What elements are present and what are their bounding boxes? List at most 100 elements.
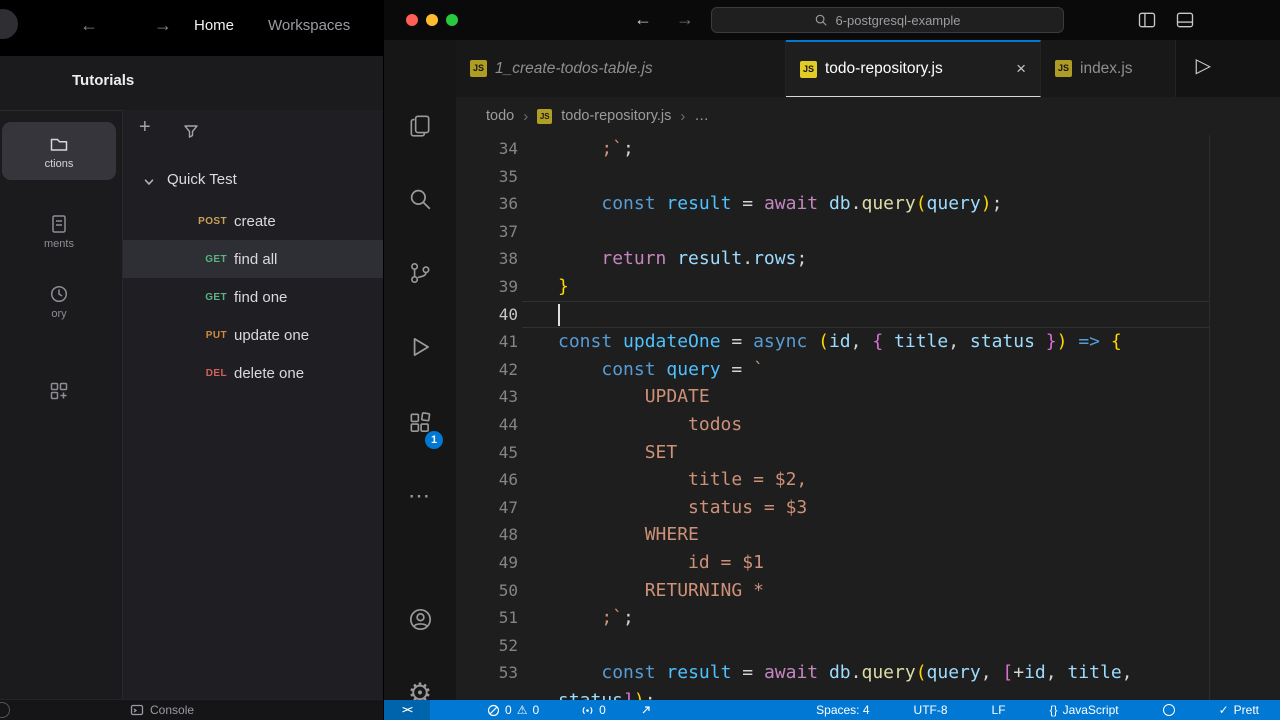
breadcrumb-symbol[interactable]: … (694, 108, 709, 124)
command-center-search[interactable]: 6-postgresql-example (711, 7, 1064, 33)
request-item-find-one[interactable]: GET find one (123, 278, 383, 316)
nav-workspaces[interactable]: Workspaces (268, 17, 350, 34)
zoom-window-button[interactable] (446, 14, 458, 26)
close-window-button[interactable] (406, 14, 418, 26)
rail-item-document[interactable]: ments (2, 202, 116, 260)
code-editor[interactable]: 34 ;`; 35 36 const result = await db.query… (456, 135, 1280, 700)
launch-status[interactable] (631, 700, 661, 720)
run-file-icon[interactable]: ▷ (1196, 53, 1211, 78)
rail-item-collections[interactable]: ctions (2, 122, 116, 180)
code-text: SET (558, 441, 678, 463)
language-status[interactable]: {} JavaScript (1028, 700, 1141, 720)
forward-arrow-icon[interactable]: → (154, 15, 172, 36)
rail-item-label: ctions (44, 157, 74, 170)
error-icon (487, 704, 500, 716)
js-file-icon: JS (537, 108, 553, 124)
indentation-status[interactable]: Spaces: 4 (794, 700, 891, 720)
request-name: update one (234, 326, 310, 344)
status-circle[interactable] (1141, 700, 1197, 720)
code-line[interactable]: 53 const result = await db.query(query, … (456, 659, 1280, 687)
code-line[interactable]: 48 WHERE (456, 521, 1280, 549)
formatter-status[interactable]: ✓ Prett (1197, 700, 1280, 720)
document-icon (48, 213, 70, 235)
line-number: 51 (498, 608, 518, 628)
ports-status[interactable]: 0 (572, 700, 615, 720)
code-line[interactable]: 47 status = $3 (456, 494, 1280, 522)
request-method: GET (205, 253, 227, 265)
collection-folder[interactable]: Quick Test (123, 164, 383, 198)
code-line[interactable]: 49 id = $1 (456, 549, 1280, 577)
request-item-delete-one[interactable]: DEL delete one (123, 354, 383, 392)
code-line[interactable]: 52 (456, 632, 1280, 660)
vscode-titlebar: ← → 6-postgresql-example (384, 0, 1280, 40)
toggle-sidebar-icon[interactable] (1137, 10, 1157, 30)
status-circle-icon (1162, 704, 1175, 716)
request-item-find-all[interactable]: GET find all (123, 240, 383, 278)
rail-item-history[interactable]: ory (2, 272, 116, 330)
tab-create-todos-table[interactable]: JS 1_create-todos-table.js (456, 40, 786, 97)
code-line[interactable]: 35 (456, 163, 1280, 191)
js-file-icon: JS (800, 60, 817, 78)
code-line[interactable]: 34 ;`; (456, 135, 1280, 163)
breadcrumb-folder[interactable]: todo (486, 108, 514, 124)
braces-icon: {} (1049, 703, 1058, 717)
code-line[interactable]: 51 ;`; (456, 604, 1280, 632)
filter-icon[interactable] (183, 123, 199, 139)
add-request-button[interactable]: + (139, 116, 151, 139)
request-item-update-one[interactable]: PUT update one (123, 316, 383, 354)
breadcrumb-separator: › (680, 107, 686, 125)
eol-status[interactable]: LF (970, 700, 1028, 720)
search-sidebar-icon[interactable] (384, 175, 456, 223)
tab-index-js[interactable]: JS index.js (1041, 40, 1176, 97)
code-line[interactable]: 43 UPDATE (456, 383, 1280, 411)
code-line[interactable]: status]); (456, 687, 1280, 700)
code-line[interactable]: 45 SET (456, 439, 1280, 467)
nav-home[interactable]: Home (194, 17, 234, 34)
history-back-icon[interactable]: ← (634, 9, 652, 30)
explorer-icon[interactable] (384, 102, 456, 150)
minimize-window-button[interactable] (426, 14, 438, 26)
line-number: 43 (498, 387, 518, 407)
more-actions-icon[interactable]: ⋯ (384, 472, 456, 520)
line-number: 37 (498, 221, 518, 241)
code-line[interactable]: 40 (456, 300, 1280, 329)
request-item-create[interactable]: POST create (123, 202, 383, 240)
back-arrow-icon[interactable]: ← (80, 15, 98, 36)
console-toggle[interactable]: Console (130, 703, 194, 717)
run-debug-icon[interactable] (384, 323, 456, 371)
extensions-icon[interactable]: 1 (384, 399, 456, 449)
code-line[interactable]: 50 RETURNING * (456, 577, 1280, 605)
request-list: POST create GET find all GET find one PUT updat… (123, 202, 383, 392)
line-number: 35 (498, 166, 518, 186)
problems-status[interactable]: 0 ⚠ 0 (478, 700, 548, 720)
tab-todo-repository[interactable]: JS todo-repository.js × (786, 40, 1041, 97)
request-method: POST (198, 215, 227, 227)
account-icon[interactable] (384, 595, 456, 643)
history-forward-icon[interactable]: → (676, 9, 694, 30)
api-client-window: ← → Home Workspaces Tutorials ctions ment… (0, 0, 383, 720)
vscode-window: ← → 6-postgresql-example 1 ⋯ ⚙ JS 1_crea… (383, 0, 1280, 720)
code-line[interactable]: 44 todos (456, 411, 1280, 439)
toggle-layout-icon[interactable] (1175, 10, 1195, 30)
code-line[interactable]: 46 title = $2, (456, 466, 1280, 494)
code-line[interactable]: 41 const updateOne = async (id, { title, … (456, 328, 1280, 356)
code-line[interactable]: 39} (456, 273, 1280, 301)
line-number: 38 (498, 249, 518, 269)
code-line[interactable]: 42 const query = ` (456, 356, 1280, 384)
breadcrumbs: todo › JS todo-repository.js › … (456, 97, 1280, 135)
remote-icon: >< (402, 704, 413, 716)
code-line[interactable]: 36 const result = await db.query(query); (456, 190, 1280, 218)
breadcrumb-file[interactable]: todo-repository.js (561, 108, 671, 124)
remote-indicator[interactable]: >< (384, 700, 430, 720)
chevron-down-icon[interactable] (143, 176, 155, 188)
code-line[interactable]: 37 (456, 218, 1280, 246)
source-control-icon[interactable] (384, 249, 456, 297)
workspace-title-row: Tutorials (0, 56, 383, 111)
close-tab-icon[interactable]: × (1016, 59, 1026, 79)
api-client-header: ← → Home Workspaces (0, 0, 383, 56)
encoding-status[interactable]: UTF-8 (892, 700, 970, 720)
rail-item-grid[interactable] (2, 362, 116, 420)
line-number: 50 (498, 580, 518, 600)
code-line[interactable]: 38 return result.rows; (456, 245, 1280, 273)
avatar[interactable] (0, 9, 18, 39)
